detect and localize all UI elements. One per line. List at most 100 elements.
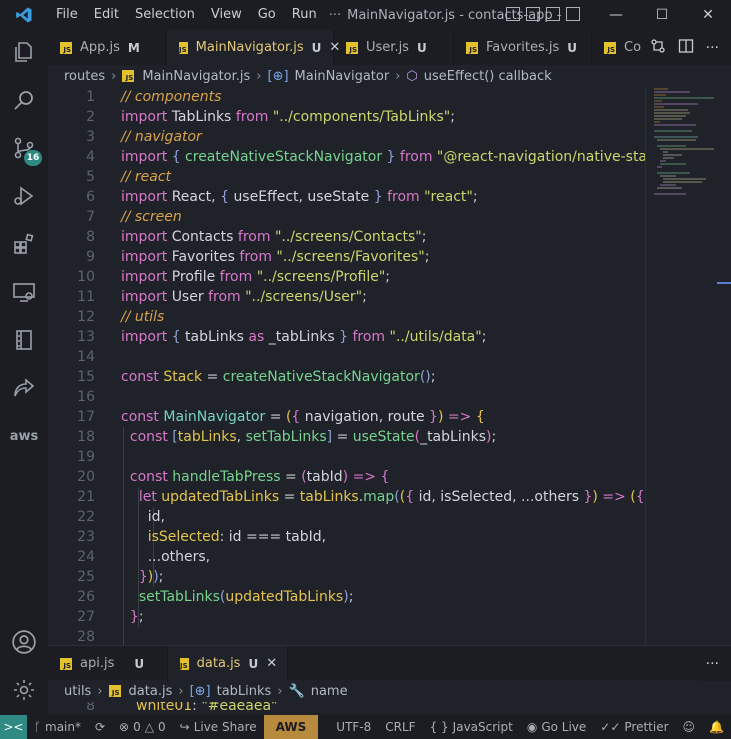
- tab-label: Favorites.js: [486, 40, 560, 55]
- feedback-icon: ☺: [682, 720, 696, 734]
- go-live-status[interactable]: ◉ Go Live: [520, 715, 593, 739]
- code-line: 28: [48, 627, 645, 645]
- code-text: import TabLinks from "../components/TabL…: [121, 109, 455, 125]
- search-icon[interactable]: [0, 78, 48, 122]
- aws-label: aws: [9, 428, 39, 444]
- minimap-preview: [654, 88, 714, 195]
- eol-status[interactable]: CRLF: [378, 715, 422, 739]
- aws-icon[interactable]: aws: [0, 414, 48, 458]
- code-text: const [tabLinks, setTabLinks] = useState…: [129, 429, 497, 445]
- remote-explorer-icon[interactable]: [0, 270, 48, 314]
- encoding-status[interactable]: UTF-8: [318, 715, 378, 739]
- breadcrumb: routes › JS MainNavigator.js › [⊕] MainN…: [48, 65, 731, 87]
- notifications-status[interactable]: 🔔: [702, 715, 731, 739]
- source-control-icon[interactable]: [0, 126, 48, 170]
- code-editor[interactable]: 1 // components 2 import TabLinks from "../…: [48, 87, 645, 645]
- editor-scrollbar[interactable]: [717, 87, 731, 645]
- tab-favorites-js[interactable]: JS Favorites.js U: [454, 30, 592, 65]
- prettier-status[interactable]: ✓✓ Prettier: [593, 715, 675, 739]
- line-number: 16: [77, 389, 95, 405]
- maximize-button[interactable]: ☐: [639, 0, 685, 30]
- code-line: 25 }));: [48, 567, 645, 587]
- breadcrumb-symbol[interactable]: MainNavigator: [295, 69, 390, 84]
- breadcrumb-file[interactable]: MainNavigator.js: [142, 69, 250, 84]
- code-text: isSelected: id === tabId,: [147, 529, 327, 545]
- code-line: 16: [48, 387, 645, 407]
- code-line: 18 const [tabLinks, setTabLinks] = useSt…: [48, 427, 645, 447]
- status-bar: >< ᚴ main* ⟳ ⊗ 0 △ 0 ↪ Live Share AWS UT…: [0, 715, 731, 739]
- chevron-right-icon: ›: [111, 68, 117, 84]
- line-number: 15: [77, 369, 95, 385]
- title-bar: File Edit Selection View Go Run ··· Main…: [0, 0, 731, 30]
- toggle-secondary-sidebar-icon[interactable]: [546, 7, 560, 21]
- manage-gear-icon[interactable]: [0, 668, 48, 712]
- live-share-label: Live Share: [193, 720, 257, 734]
- close-window-button[interactable]: ✕: [685, 0, 731, 30]
- more-actions-icon[interactable]: ···: [706, 656, 719, 672]
- branch-icon: ᚴ: [33, 720, 41, 734]
- run-debug-icon[interactable]: [0, 174, 48, 218]
- scrollbar-thumb[interactable]: [717, 282, 731, 284]
- line-number: 24: [77, 549, 95, 565]
- breadcrumb-callback[interactable]: useEffect() callback: [424, 69, 552, 84]
- menu-file[interactable]: File: [48, 0, 86, 30]
- menu-run[interactable]: Run: [284, 0, 325, 30]
- vscode-logo-icon: [0, 0, 48, 30]
- live-share-icon[interactable]: [0, 366, 48, 410]
- tab-label: App.js: [80, 40, 120, 55]
- menu-view[interactable]: View: [203, 0, 250, 30]
- close-icon[interactable]: ✕: [266, 656, 277, 671]
- line-number: 20: [77, 469, 95, 485]
- breadcrumb-folder[interactable]: routes: [64, 69, 105, 84]
- code-line: 13 import { tabLinks as _tabLinks } from …: [48, 327, 645, 347]
- panel-code-editor[interactable]: 8 white01: "#eaeaea": [48, 702, 731, 715]
- toggle-sidebar-icon[interactable]: [506, 7, 520, 21]
- menu-selection[interactable]: Selection: [127, 0, 203, 30]
- js-file-icon: JS: [604, 41, 616, 54]
- live-share-status[interactable]: ↪ Live Share: [173, 715, 264, 739]
- problems-indicator[interactable]: ⊗ 0 △ 0: [112, 715, 173, 739]
- customize-layout-icon[interactable]: [566, 7, 580, 21]
- code-line: 22 id,: [48, 507, 645, 527]
- tab-data-js[interactable]: JS data.js U ✕: [168, 646, 288, 681]
- toggle-panel-icon[interactable]: [526, 7, 540, 21]
- tab-user-js[interactable]: JS User.js U: [334, 30, 454, 65]
- chevron-right-icon: ›: [277, 683, 283, 699]
- line-number: 26: [77, 589, 95, 605]
- breadcrumb-file[interactable]: data.js: [129, 684, 173, 699]
- broadcast-icon: ◉: [526, 720, 538, 734]
- breadcrumb-folder[interactable]: utils: [64, 684, 91, 699]
- language-status[interactable]: { } JavaScript: [423, 715, 520, 739]
- breadcrumb-property[interactable]: name: [311, 684, 348, 699]
- activity-bar: 16 aws: [0, 30, 48, 715]
- feedback-status[interactable]: ☺: [676, 715, 703, 739]
- sync-indicator[interactable]: ⟳: [88, 715, 112, 739]
- notebook-icon[interactable]: [0, 318, 48, 362]
- split-editor-icon[interactable]: [678, 38, 694, 58]
- code-text: import Contacts from "../screens/Contact…: [121, 229, 427, 245]
- editor-actions: ···: [641, 30, 731, 65]
- explorer-icon[interactable]: [0, 30, 48, 74]
- compare-changes-icon[interactable]: [650, 38, 666, 58]
- more-actions-icon[interactable]: ···: [706, 40, 719, 56]
- accounts-icon[interactable]: [0, 620, 48, 664]
- branch-indicator[interactable]: ᚴ main*: [27, 715, 88, 739]
- code-text: // components: [121, 89, 222, 105]
- tab-api-js[interactable]: JS api.js U: [48, 646, 168, 681]
- aws-status[interactable]: AWS: [263, 715, 319, 739]
- live-share-icon: ↪: [179, 720, 190, 734]
- tab-app-js[interactable]: JS App.js M: [48, 30, 167, 65]
- code-line: 1 // components: [48, 87, 645, 107]
- extensions-icon[interactable]: [0, 222, 48, 266]
- variable-icon: [⊕]: [189, 683, 211, 699]
- menu-go[interactable]: Go: [250, 0, 284, 30]
- breadcrumb-symbol[interactable]: tabLinks: [217, 684, 272, 699]
- menu-more[interactable]: ···: [325, 8, 345, 23]
- minimap[interactable]: [645, 87, 717, 645]
- code-line: 21 let updatedTabLinks = tabLinks.map(({…: [48, 487, 645, 507]
- menu-edit[interactable]: Edit: [86, 0, 127, 30]
- minimize-button[interactable]: —: [593, 0, 639, 30]
- remote-indicator[interactable]: ><: [0, 715, 27, 739]
- tab-mainnavigator-js[interactable]: JS MainNavigator.js U ✕: [167, 30, 340, 65]
- js-file-icon: JS: [60, 41, 72, 54]
